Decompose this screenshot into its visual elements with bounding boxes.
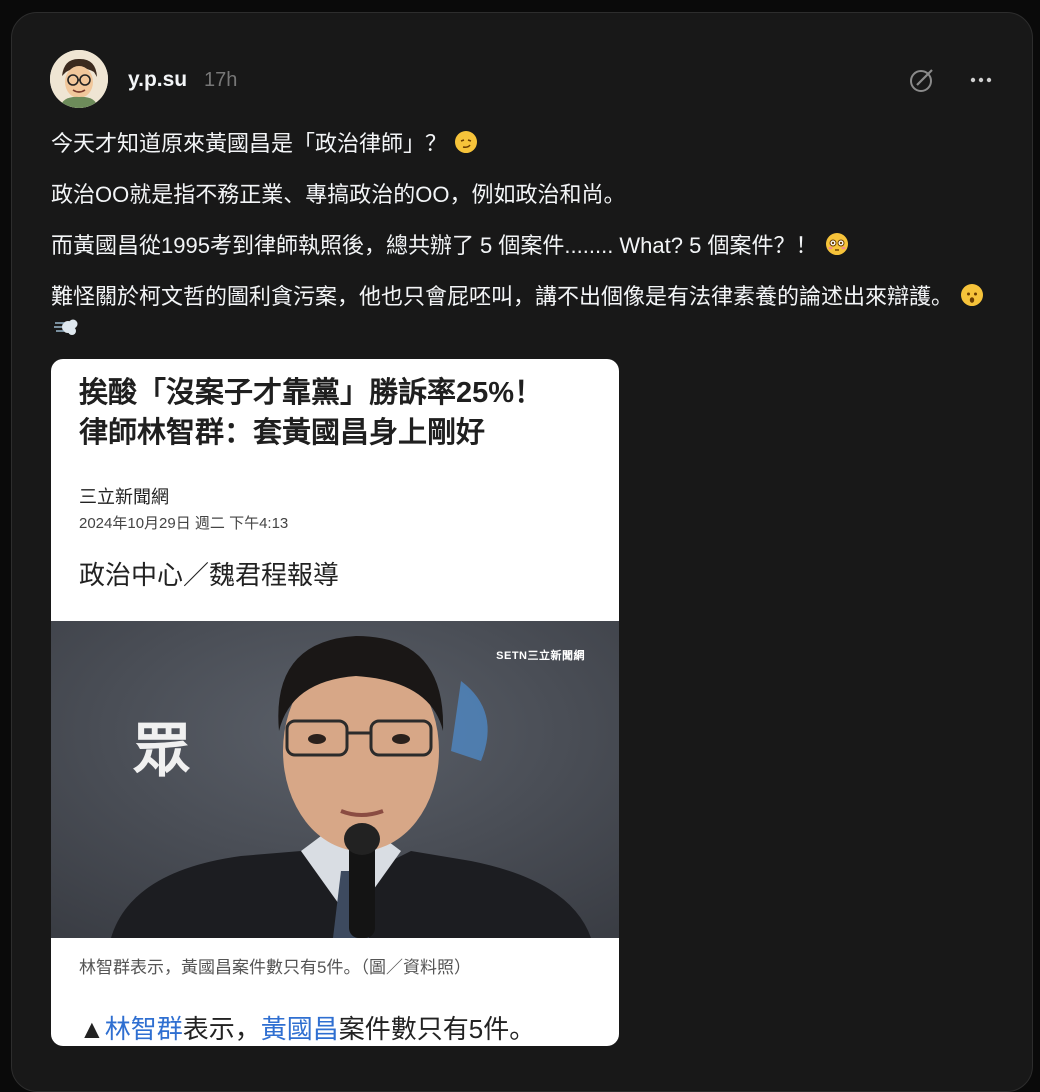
post-paragraph: 而黃國昌從1995考到律師執照後，總共辦了 5 個案件........ What… [51, 230, 1011, 261]
post-body: 今天才知道原來黃國昌是「政治律師」？ 政治OO就是指不務正業、專搞政治的OO，例… [51, 128, 1011, 363]
photo-watermark: SETN三立新聞網 [496, 650, 585, 662]
article-source: 三立新聞網 [79, 487, 169, 507]
article-date: 2024年10月29日 週二 下午4:13 [79, 515, 289, 532]
post-paragraph: 今天才知道原來黃國昌是「政治律師」？ [51, 128, 1011, 159]
more-options-icon[interactable] [965, 64, 997, 96]
hushed-emoji [961, 284, 984, 306]
article-photo: SETN三立新聞網 眾 [51, 621, 619, 938]
article-lead: ▲林智群表示，黃國昌案件數只有5件。 [79, 1014, 536, 1044]
photo-sign: 眾 [133, 718, 192, 783]
post-paragraph: 政治OO就是指不務正業、專搞政治的OO，例如政治和尚。 [51, 182, 626, 207]
article-link-person[interactable]: 林智群 [105, 1014, 183, 1044]
flushed-emoji [825, 233, 848, 255]
article-link-person[interactable]: 黃國昌 [261, 1014, 339, 1044]
post-paragraph: 難怪關於柯文哲的圖利貪污案，他也只會屁呸叫，講不出個像是有法律素養的論述出來辯護… [51, 281, 1011, 343]
smirk-emoji [455, 131, 478, 153]
post-card: y.p.su 17h 今天才知道原來黃國昌是「政治律師」？ 政治OO就是指不務正… [11, 12, 1033, 1092]
dash-emoji [53, 315, 79, 337]
article-headline: 挨酸「沒案子才靠黨」勝訴率25%！ 律師林智群：套黃國昌身上剛好 [79, 377, 544, 449]
avatar[interactable] [50, 50, 108, 108]
username[interactable]: y.p.su [128, 68, 187, 92]
article-byline: 政治中心／魏君程報導 [79, 560, 340, 590]
article-screenshot[interactable]: 挨酸「沒案子才靠黨」勝訴率25%！ 律師林智群：套黃國昌身上剛好 三立新聞網 2… [51, 359, 619, 1046]
post-time[interactable]: 17h [204, 69, 237, 92]
compose-icon[interactable] [906, 64, 938, 96]
photo-caption: 林智群表示，黃國昌案件數只有5件。（圖／資料照） [79, 958, 471, 977]
